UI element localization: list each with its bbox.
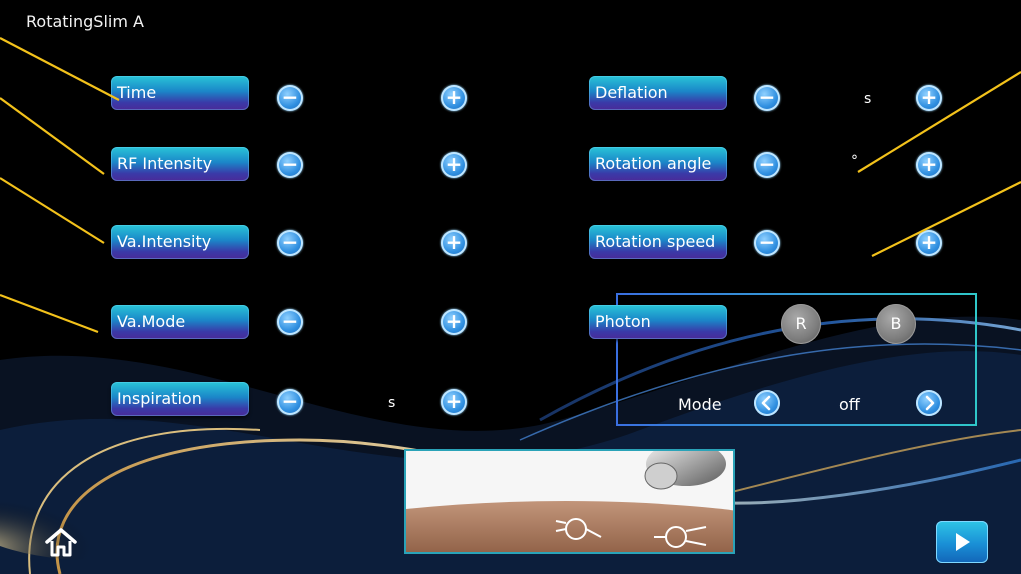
play-icon xyxy=(956,533,970,551)
param-rotation-angle-label: Rotation angle xyxy=(595,154,712,173)
app-title: RotatingSlim A xyxy=(26,12,144,31)
rotation-angle-plus-button[interactable]: + xyxy=(916,152,942,178)
chevron-left-icon xyxy=(761,395,771,411)
plus-icon: + xyxy=(445,230,463,254)
photon-label: Photon xyxy=(595,312,651,331)
va-mode-minus-button[interactable]: − xyxy=(277,309,303,335)
plus-icon: + xyxy=(445,309,463,333)
photon-mode-label: Mode xyxy=(678,395,722,414)
va-intensity-minus-button[interactable]: − xyxy=(277,230,303,256)
photon-button[interactable]: Photon xyxy=(589,305,727,339)
param-va-intensity-label: Va.Intensity xyxy=(117,232,212,251)
home-button[interactable] xyxy=(44,527,78,557)
rotation-speed-plus-button[interactable]: + xyxy=(916,230,942,256)
inspiration-minus-button[interactable]: − xyxy=(277,389,303,415)
minus-icon: − xyxy=(758,85,776,109)
param-rotation-angle-button[interactable]: Rotation angle xyxy=(589,147,727,181)
param-va-mode-label: Va.Mode xyxy=(117,312,186,331)
rotation-angle-minus-button[interactable]: − xyxy=(754,152,780,178)
rf-intensity-plus-button[interactable]: + xyxy=(441,152,467,178)
plus-icon: + xyxy=(445,85,463,109)
plus-icon: + xyxy=(445,152,463,176)
plus-icon: + xyxy=(920,85,938,109)
photon-blue-label: B xyxy=(890,314,902,333)
param-rotation-speed-label: Rotation speed xyxy=(595,232,716,251)
rotation-speed-minus-button[interactable]: − xyxy=(754,230,780,256)
param-inspiration-button[interactable]: Inspiration xyxy=(111,382,249,416)
home-icon xyxy=(45,528,77,557)
minus-icon: − xyxy=(281,152,299,176)
app-screen: RotatingSlim A Time − + RF Intensity − +… xyxy=(0,0,1021,574)
param-va-mode-button[interactable]: Va.Mode xyxy=(111,305,249,339)
va-intensity-plus-button[interactable]: + xyxy=(441,230,467,256)
photon-red-button[interactable]: R xyxy=(781,304,821,344)
param-time-label: Time xyxy=(117,83,157,102)
minus-icon: − xyxy=(281,85,299,109)
chevron-right-icon xyxy=(925,395,935,411)
param-rotation-speed-button[interactable]: Rotation speed xyxy=(589,225,727,259)
rf-intensity-minus-button[interactable]: − xyxy=(277,152,303,178)
plus-icon: + xyxy=(920,230,938,254)
deflation-value: s xyxy=(864,91,872,107)
deflation-minus-button[interactable]: − xyxy=(754,85,780,111)
time-minus-button[interactable]: − xyxy=(277,85,303,111)
mode-prev-button[interactable] xyxy=(754,390,780,416)
param-time-button[interactable]: Time xyxy=(111,76,249,110)
plus-icon: + xyxy=(920,152,938,176)
deflation-plus-button[interactable]: + xyxy=(916,85,942,111)
time-plus-button[interactable]: + xyxy=(441,85,467,111)
param-deflation-button[interactable]: Deflation xyxy=(589,76,727,110)
param-va-intensity-button[interactable]: Va.Intensity xyxy=(111,225,249,259)
rotation-angle-value: ° xyxy=(851,153,858,169)
mode-next-button[interactable] xyxy=(916,390,942,416)
param-rf-intensity-label: RF Intensity xyxy=(117,154,213,173)
minus-icon: − xyxy=(281,309,299,333)
photon-mode-value: off xyxy=(839,395,860,414)
param-rf-intensity-button[interactable]: RF Intensity xyxy=(111,147,249,181)
treatment-preview-image xyxy=(404,449,735,554)
minus-icon: − xyxy=(281,230,299,254)
param-inspiration-label: Inspiration xyxy=(117,389,202,408)
photon-blue-button[interactable]: B xyxy=(876,304,916,344)
photon-red-label: R xyxy=(795,314,807,333)
inspiration-value: s xyxy=(388,395,396,411)
va-mode-plus-button[interactable]: + xyxy=(441,309,467,335)
plus-icon: + xyxy=(445,389,463,413)
param-deflation-label: Deflation xyxy=(595,83,668,102)
start-button[interactable] xyxy=(936,521,988,563)
minus-icon: − xyxy=(758,230,776,254)
inspiration-plus-button[interactable]: + xyxy=(441,389,467,415)
minus-icon: − xyxy=(758,152,776,176)
minus-icon: − xyxy=(281,389,299,413)
preview-illustration xyxy=(406,451,733,552)
